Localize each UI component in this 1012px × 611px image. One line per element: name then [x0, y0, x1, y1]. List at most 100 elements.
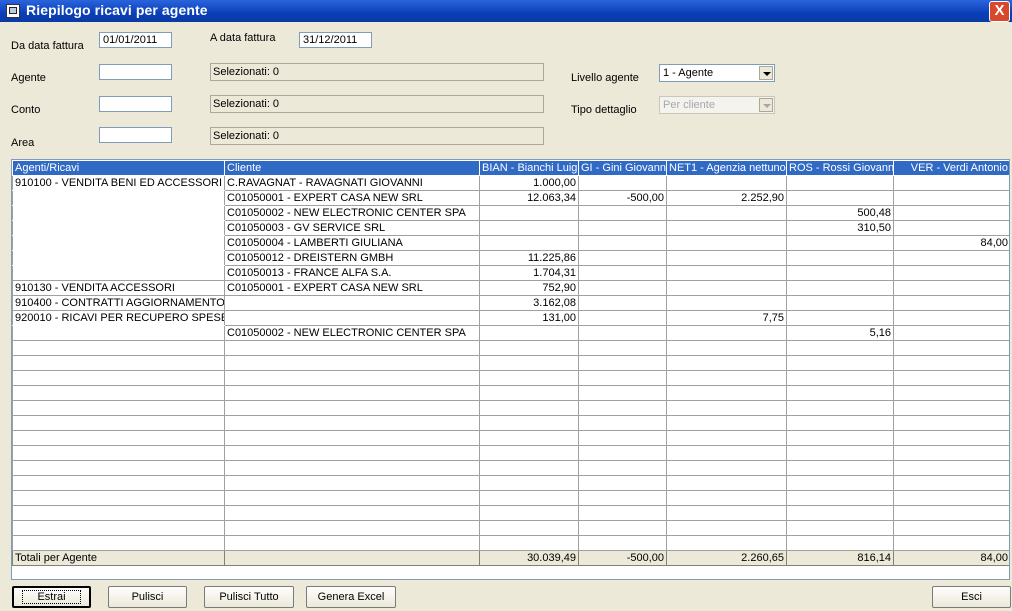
cell-value[interactable]	[893, 280, 1009, 296]
table-row[interactable]: C01050003 - GV SERVICE SRL 310,50	[12, 220, 1009, 236]
cell-value[interactable]	[479, 430, 579, 446]
cell-cliente[interactable]	[224, 475, 480, 491]
cell-value[interactable]	[893, 295, 1009, 311]
cell-value[interactable]: -500,00	[578, 190, 667, 206]
table-row[interactable]: C01050013 - FRANCE ALFA S.A. 1.704,31	[12, 265, 1009, 281]
cell-value[interactable]	[786, 175, 894, 191]
cell-value[interactable]	[786, 370, 894, 386]
cell-value[interactable]	[666, 460, 787, 476]
cell-value[interactable]	[786, 490, 894, 506]
cell-conto[interactable]	[12, 505, 225, 521]
revenue-grid[interactable]: Agenti/Ricavi Cliente BIAN - Bianchi Lui…	[11, 159, 1010, 580]
cell-value[interactable]	[578, 505, 667, 521]
genera-excel-button[interactable]: Genera Excel	[306, 586, 396, 608]
cell-cliente[interactable]	[224, 355, 480, 371]
table-row[interactable]: C01050002 - NEW ELECTRONIC CENTER SPA 5,1…	[12, 325, 1009, 341]
cell-value[interactable]: 12.063,34	[479, 190, 579, 206]
cell-value[interactable]	[786, 235, 894, 251]
livello-agente-select[interactable]: 1 - Agente	[659, 64, 775, 82]
cell-value[interactable]	[666, 280, 787, 296]
cell-conto[interactable]: 910400 - CONTRATTI AGGIORNAMENTO	[12, 295, 225, 311]
col-header[interactable]: ROS - Rossi Giovanni	[786, 160, 894, 176]
cell-value[interactable]	[893, 460, 1009, 476]
cell-value[interactable]	[666, 475, 787, 491]
cell-value[interactable]	[479, 205, 579, 221]
cell-value[interactable]	[666, 235, 787, 251]
cell-value[interactable]	[786, 250, 894, 266]
cell-value[interactable]	[479, 445, 579, 461]
cell-value[interactable]	[479, 235, 579, 251]
cell-value[interactable]	[578, 325, 667, 341]
cell-value[interactable]	[893, 310, 1009, 326]
cell-value[interactable]: 1.704,31	[479, 265, 579, 281]
close-button[interactable]: X	[989, 1, 1010, 22]
estrai-button[interactable]: Estrai	[12, 586, 91, 608]
cell-value[interactable]: 500,48	[786, 205, 894, 221]
cell-value[interactable]	[479, 370, 579, 386]
cell-value[interactable]	[479, 325, 579, 341]
table-row[interactable]: 910130 - VENDITA ACCESSORI C01050001 - EX…	[12, 280, 1009, 296]
cell-cliente[interactable]: C01050001 - EXPERT CASA NEW SRL	[224, 280, 480, 296]
cell-conto[interactable]	[12, 220, 225, 236]
cell-value[interactable]	[786, 385, 894, 401]
cell-value[interactable]	[893, 355, 1009, 371]
cell-value[interactable]	[786, 190, 894, 206]
table-row[interactable]: 920010 - RICAVI PER RECUPERO SPESE 131,00…	[12, 310, 1009, 326]
cell-value[interactable]	[578, 295, 667, 311]
cell-conto[interactable]	[12, 460, 225, 476]
cell-value[interactable]	[786, 460, 894, 476]
cell-value[interactable]: 5,16	[786, 325, 894, 341]
cell-value[interactable]	[666, 355, 787, 371]
cell-value[interactable]	[578, 460, 667, 476]
col-header[interactable]: BIAN - Bianchi Luigi	[479, 160, 579, 176]
col-header[interactable]: Agenti/Ricavi	[12, 160, 225, 176]
cell-value[interactable]	[786, 295, 894, 311]
cell-cliente[interactable]	[224, 310, 480, 326]
cell-value[interactable]	[893, 400, 1009, 416]
cell-value[interactable]	[578, 385, 667, 401]
cell-value[interactable]	[578, 250, 667, 266]
cell-value[interactable]	[578, 535, 667, 551]
cell-conto[interactable]: 920010 - RICAVI PER RECUPERO SPESE	[12, 310, 225, 326]
col-header[interactable]: GI - Gini Giovanni	[578, 160, 667, 176]
cell-value[interactable]	[666, 385, 787, 401]
table-row[interactable]	[12, 475, 1009, 491]
cell-conto[interactable]	[12, 235, 225, 251]
cell-value[interactable]	[479, 505, 579, 521]
cell-value[interactable]	[786, 310, 894, 326]
cell-cliente[interactable]	[224, 445, 480, 461]
cell-value[interactable]	[786, 445, 894, 461]
cell-value[interactable]	[666, 505, 787, 521]
cell-conto[interactable]	[12, 475, 225, 491]
cell-value[interactable]	[786, 340, 894, 356]
cell-value[interactable]	[578, 340, 667, 356]
cell-cliente[interactable]	[224, 400, 480, 416]
cell-value[interactable]	[786, 535, 894, 551]
table-row[interactable]	[12, 385, 1009, 401]
cell-value[interactable]	[893, 250, 1009, 266]
cell-value[interactable]	[893, 265, 1009, 281]
cell-value[interactable]	[578, 475, 667, 491]
cell-value[interactable]	[666, 220, 787, 236]
cell-value[interactable]	[578, 400, 667, 416]
cell-cliente[interactable]: C01050003 - GV SERVICE SRL	[224, 220, 480, 236]
cell-value[interactable]	[786, 475, 894, 491]
cell-value[interactable]	[666, 535, 787, 551]
cell-value[interactable]	[893, 520, 1009, 536]
cell-value[interactable]	[893, 190, 1009, 206]
cell-value[interactable]	[893, 220, 1009, 236]
cell-value[interactable]	[786, 400, 894, 416]
cell-conto[interactable]: 910130 - VENDITA ACCESSORI	[12, 280, 225, 296]
cell-value[interactable]	[479, 490, 579, 506]
table-row[interactable]	[12, 520, 1009, 536]
esci-button[interactable]: Esci	[932, 586, 1011, 608]
cell-conto[interactable]	[12, 190, 225, 206]
cell-value[interactable]	[479, 355, 579, 371]
cell-value[interactable]: 1.000,00	[479, 175, 579, 191]
cell-value[interactable]	[893, 535, 1009, 551]
table-row[interactable]	[12, 535, 1009, 551]
cell-value[interactable]	[666, 490, 787, 506]
cell-value[interactable]: 131,00	[479, 310, 579, 326]
cell-value[interactable]: 84,00	[893, 235, 1009, 251]
cell-value[interactable]	[578, 280, 667, 296]
